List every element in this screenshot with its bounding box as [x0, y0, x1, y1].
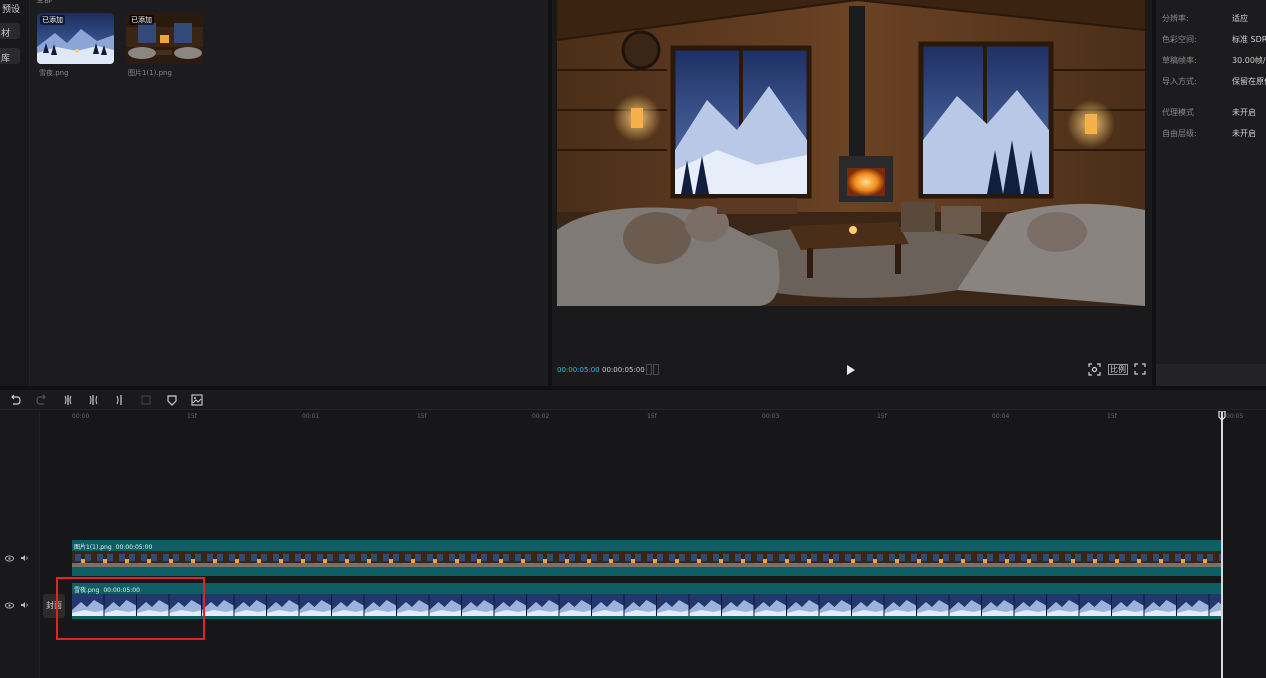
tab-library[interactable]: 库 [0, 48, 20, 64]
ruler-tick: 00:01 [302, 413, 320, 420]
playhead-line[interactable] [1221, 412, 1223, 678]
prop-label: 分辨率: [1162, 14, 1189, 23]
play-icon[interactable] [843, 363, 857, 377]
timeline-toolbar [0, 390, 1266, 410]
track-header-column [0, 411, 40, 678]
ruler-tick: 15f [647, 413, 657, 420]
total-time: 00:00:05:00 [602, 366, 645, 374]
playhead-handle-icon[interactable] [1218, 411, 1226, 421]
speaker-icon[interactable] [20, 601, 29, 609]
timeline-panel: 00:00 15f 00:01 15f 00:02 15f 00:03 15f … [0, 390, 1266, 678]
media-thumb-cabin[interactable]: 已添加 [126, 13, 203, 64]
delete-icon[interactable] [140, 394, 152, 406]
eye-icon[interactable] [5, 555, 14, 562]
split-icon[interactable] [62, 394, 74, 406]
prop-value: 30.00帧/秒 [1232, 56, 1266, 65]
ruler-tick: 00:04 [992, 413, 1010, 420]
timecode-grid-icon[interactable] [646, 364, 660, 375]
prop-label: 色彩空间: [1162, 35, 1197, 44]
time-ruler[interactable]: 00:00 15f 00:01 15f 00:02 15f 00:03 15f … [40, 411, 1266, 423]
fit-view-icon[interactable] [1088, 363, 1101, 376]
prop-value: 未开启 [1232, 108, 1256, 117]
player-panel: 00:00:05:00 00:00:05:00 比例 [552, 0, 1152, 386]
prop-label: 导入方式: [1162, 77, 1197, 86]
prop-value: 未开启 [1232, 129, 1256, 138]
left-tab-bar: 预设 材 库 [0, 0, 30, 386]
current-time: 00:00:05:00 [557, 366, 600, 374]
media-name: 雪夜.png [39, 69, 69, 77]
prop-label: 草稿帧率: [1162, 56, 1197, 65]
speaker-icon[interactable] [20, 554, 29, 562]
added-badge: 已添加 [129, 15, 154, 25]
prop-value: 适应 [1232, 14, 1248, 23]
trim-left-icon[interactable] [88, 394, 100, 406]
trim-right-icon[interactable] [114, 394, 126, 406]
prop-value: 保留在原位 [1232, 77, 1266, 86]
properties-footer [1156, 364, 1266, 386]
image-tool-icon[interactable] [191, 394, 203, 406]
ruler-tick: 00:03 [762, 413, 780, 420]
ruler-tick: 15f [877, 413, 887, 420]
ruler-tick: 00:00 [72, 413, 90, 420]
preview-canvas[interactable] [557, 0, 1145, 306]
redo-icon[interactable] [36, 394, 48, 406]
media-filter-label[interactable]: 全部 [36, 0, 52, 5]
added-badge: 已添加 [40, 15, 65, 25]
tab-materials[interactable]: 材 [0, 23, 20, 39]
clip-duration: 00:00:05:00 [115, 544, 153, 551]
prop-label: 代理模式 [1162, 108, 1194, 117]
prop-label: 自由层级: [1162, 129, 1197, 138]
ruler-tick: 00:05 [1226, 413, 1244, 420]
draft-properties-panel: 分辨率: 适应 色彩空间: 标准 SDR 草稿帧率: 30.00帧/秒 导入方式… [1156, 0, 1266, 386]
media-panel: 预设 材 库 全部 已添加 雪夜.png [0, 0, 548, 386]
clip-label: 图片1(1).png 00:00:05:00 [74, 542, 152, 551]
ruler-tick: 00:02 [532, 413, 550, 420]
undo-icon[interactable] [9, 394, 21, 406]
cabin-filmstrip [72, 551, 1222, 567]
annotation-highlight-box [56, 577, 205, 640]
prop-value: 标准 SDR [1232, 35, 1266, 44]
ruler-tick: 15f [1107, 413, 1117, 420]
timeline-clip-cabin[interactable]: 图片1(1).png 00:00:05:00 [72, 540, 1222, 576]
media-name: 图片1(1).png [128, 69, 172, 77]
aspect-ratio-button[interactable]: 比例 [1108, 364, 1128, 375]
marker-icon[interactable] [166, 394, 178, 406]
cabin-preview-image [557, 0, 1145, 306]
snow-night-filmstrip [72, 594, 1222, 616]
ruler-tick: 15f [417, 413, 427, 420]
media-thumb-snow-night[interactable]: 已添加 [37, 13, 114, 64]
timeline-clip-snow-night[interactable]: 雪夜.png 00:00:05:00 [72, 583, 1222, 619]
eye-icon[interactable] [5, 602, 14, 609]
tab-presets[interactable]: 预设 [0, 0, 22, 17]
ruler-tick: 15f [187, 413, 197, 420]
fullscreen-icon[interactable] [1134, 363, 1146, 375]
clip-name: 图片1(1).png [74, 544, 112, 551]
